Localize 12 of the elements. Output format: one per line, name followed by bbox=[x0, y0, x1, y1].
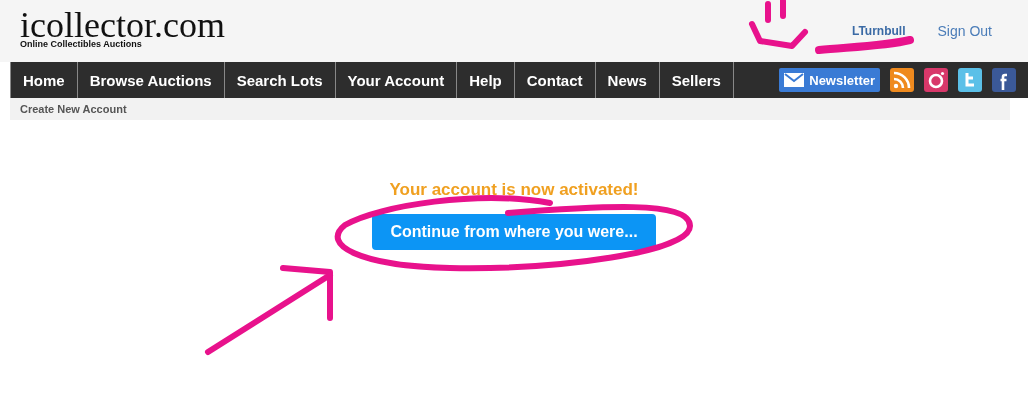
smiley-scribble bbox=[749, 0, 808, 49]
breadcrumb: Create New Account bbox=[20, 103, 127, 115]
newsletter-button[interactable]: Newsletter bbox=[779, 68, 880, 92]
envelope-icon bbox=[784, 73, 805, 87]
site-tagline: Online Collectibles Auctions bbox=[20, 39, 143, 49]
instagram-icon[interactable] bbox=[924, 68, 948, 92]
rss-icon[interactable] bbox=[890, 68, 914, 92]
facebook-icon[interactable] bbox=[992, 68, 1016, 92]
twitter-icon[interactable] bbox=[958, 68, 982, 92]
username-link[interactable]: LTurnbull bbox=[851, 22, 906, 40]
sign-out-link[interactable]: Sign Out bbox=[937, 22, 992, 40]
success-message: Your account is now activated! bbox=[389, 180, 639, 200]
